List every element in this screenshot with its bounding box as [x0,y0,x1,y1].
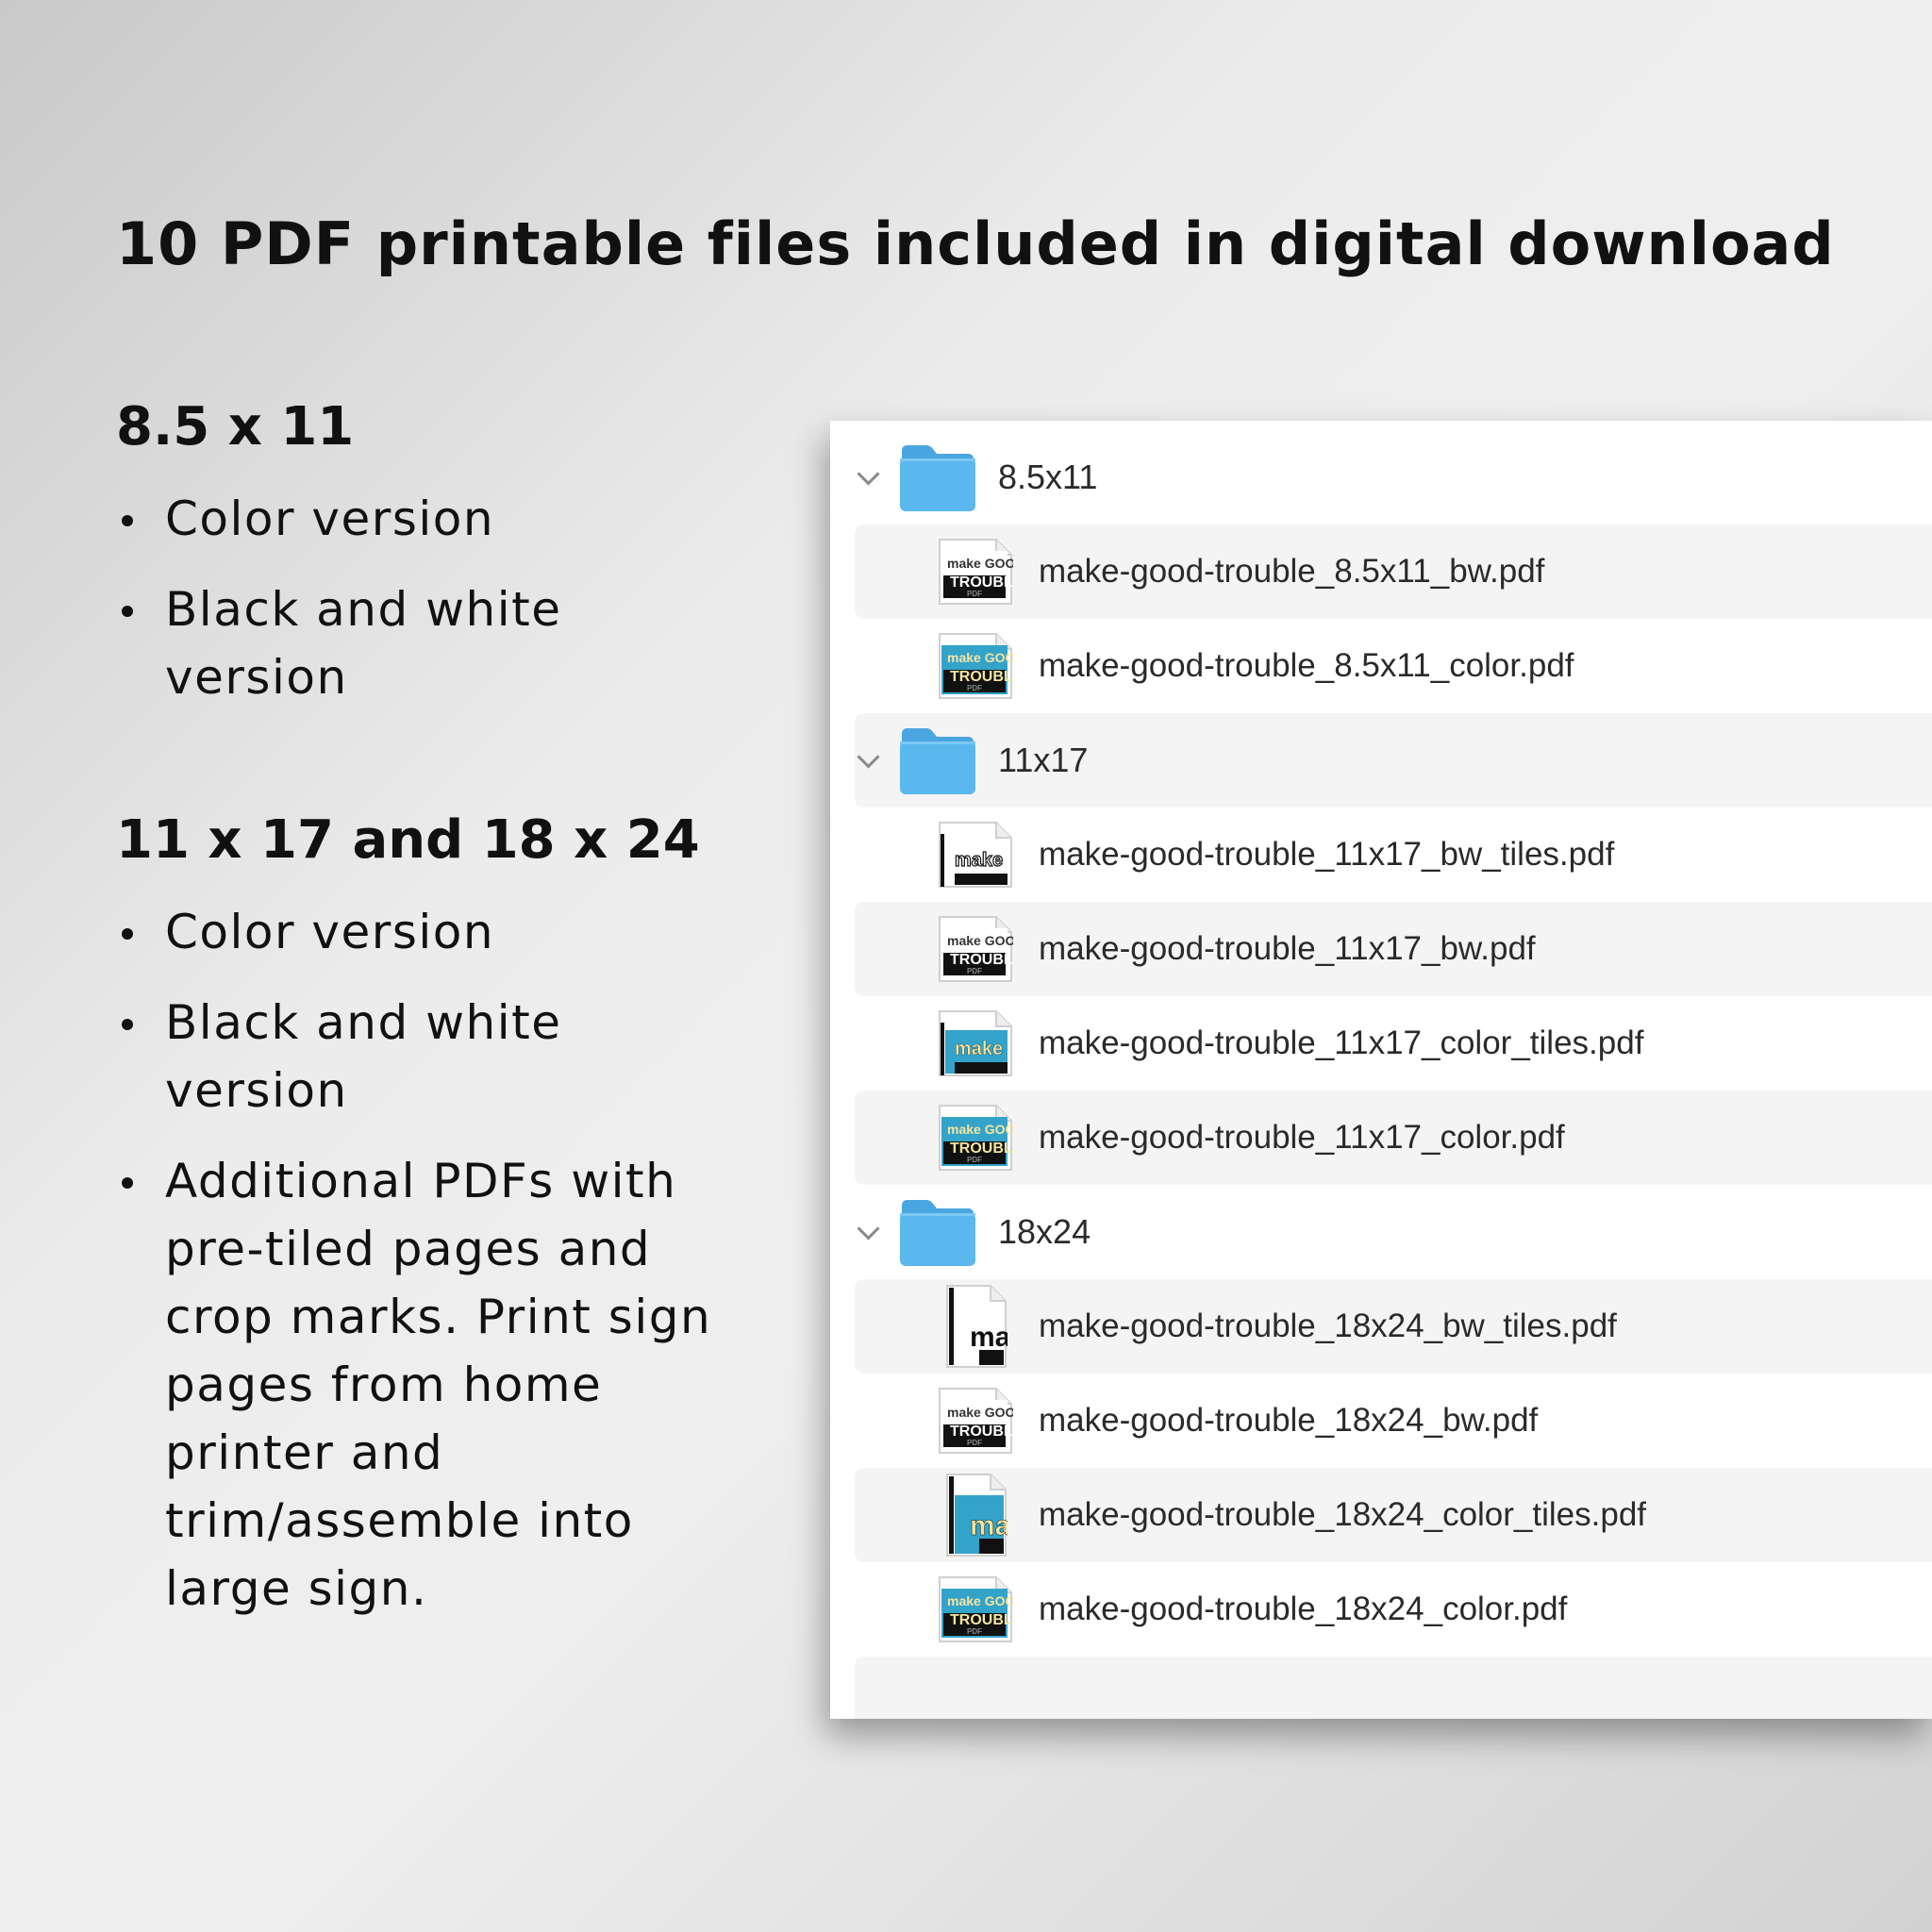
bullet-list-8-5x11: Color version Black and white version [116,485,644,734]
file-name: make-good-trouble_8.5x11_color.pdf [1039,647,1574,684]
file-name: make-good-trouble_18x24_bw.pdf [1039,1402,1539,1439]
pdf-file-icon: make GOOD TROUBLEPDF [936,632,1024,700]
svg-text:TROUBLE: TROUBLE [950,575,1013,591]
svg-text:TROUBLE: TROUBLE [950,952,1013,968]
svg-text:ma: ma [970,1510,1008,1541]
pdf-file-icon: make GOOD TROUBLEPDF [936,1387,1024,1455]
pdf-file-icon: ma [941,1473,1011,1557]
folder-row-8-5x11[interactable]: 8.5x11 [830,430,1932,525]
file-name: make-good-trouble_18x24_bw_tiles.pdf [1039,1307,1617,1344]
file-row[interactable]: make GOOD TROUBLEPDF make-good-trouble_8.5… [830,619,1932,713]
folder-name: 18x24 [998,1212,1091,1251]
pdf-file-icon: make GOOD TROUBLEPDF [936,538,1024,606]
file-row[interactable]: make GOOD TROUBLEPDF make-good-trouble_11x… [830,1091,1932,1185]
headline: 10 PDF printable files included in digit… [116,209,1835,278]
file-name: make-good-trouble_11x17_color_tiles.pdf [1039,1024,1644,1061]
chevron-down-icon[interactable] [857,1217,880,1241]
file-name: make-good-trouble_11x17_color.pdf [1039,1119,1565,1156]
svg-text:PDF: PDF [967,1156,982,1164]
file-name: make-good-trouble_8.5x11_bw.pdf [1039,553,1545,590]
svg-text:PDF: PDF [967,1627,982,1636]
file-name: make-good-trouble_18x24_color_tiles.pdf [1039,1496,1647,1533]
bullet-list-11x17-18x24: Color version Black and white version Ad… [116,898,776,1623]
svg-text:make: make [955,1039,1003,1059]
section-title-11x17-18x24: 11 x 17 and 18 x 24 [116,809,700,871]
pdf-file-icon: ma [941,1284,1011,1369]
pdf-file-icon: make [936,821,1013,889]
svg-text:TROUBLE: TROUBLE [950,1424,1013,1440]
file-name: make-good-trouble_11x17_bw_tiles.pdf [1039,836,1615,873]
folder-row-18x24[interactable]: 18x24 [830,1185,1932,1279]
folder-icon [898,441,977,513]
section-title-8-5x11: 8.5 x 11 [116,396,355,458]
file-name: make-good-trouble_18x24_color.pdf [1039,1591,1568,1627]
folder-icon [898,1196,977,1268]
folder-name: 11x17 [998,741,1089,779]
pdf-file-icon: make GOOD TROUBLEPDF [936,915,1024,983]
svg-text:make GOOD: make GOOD [947,1593,1013,1608]
svg-text:make: make [955,850,1003,871]
finder-list-view[interactable]: 8.5x11make GOODTROUBLEPDFmake-good-troub… [830,421,1932,1719]
svg-text:make GOOD: make GOOD [947,1405,1013,1420]
bullet-item: Black and white version [116,989,656,1124]
svg-text:PDF: PDF [967,590,982,598]
svg-text:make GOOD: make GOOD [947,933,1013,948]
file-name: make-good-trouble_11x17_bw.pdf [1039,930,1536,967]
svg-text:TROUBLE: TROUBLE [950,669,1013,685]
bullet-item: Color version [116,485,644,553]
bullet-item: Additional PDFs with pre-tiled pages and… [116,1147,769,1623]
svg-text:ma: ma [970,1322,1008,1353]
svg-text:PDF: PDF [967,1439,982,1447]
folder-name: 8.5x11 [998,458,1098,496]
svg-text:TROUBLE: TROUBLE [950,1141,1013,1157]
file-row[interactable]: make make-good-trouble_11x17_bw_tiles.pdf [830,808,1932,902]
chevron-down-icon[interactable] [857,745,880,769]
pdf-file-icon: make [936,1009,1013,1077]
bullet-item: Color version [116,898,656,966]
folder-row-11x17[interactable]: 11x17 [830,713,1932,808]
file-row[interactable]: make GOOD TROUBLEPDF make-good-trouble_8.5… [830,525,1932,619]
svg-text:make GOOD: make GOOD [947,556,1013,571]
chevron-down-icon[interactable] [857,462,880,486]
svg-text:make GOOD: make GOOD [947,650,1013,665]
pdf-file-icon: make GOOD TROUBLEPDF [936,1104,1024,1172]
svg-text:PDF: PDF [967,967,982,975]
file-row[interactable]: make GOOD TROUBLEPDF make-good-trouble_18x… [830,1374,1932,1468]
svg-text:make GOOD: make GOOD [947,1122,1013,1137]
folder-icon [898,724,977,796]
bullet-item: Black and white version [116,575,644,711]
file-row[interactable]: ma make-good-trouble_18x24_color_tiles.pd… [830,1468,1932,1562]
svg-text:PDF: PDF [967,684,982,692]
svg-text:TROUBLE: TROUBLE [950,1612,1013,1628]
file-row[interactable]: ma make-good-trouble_18x24_bw_tiles.pdf [830,1279,1932,1374]
file-row[interactable]: make GOOD TROUBLEPDF make-good-trouble_11x… [830,902,1932,996]
file-row[interactable]: make make-good-trouble_11x17_color_tiles.… [830,996,1932,1091]
empty-row [830,1657,1932,1719]
file-row[interactable]: make GOOD TROUBLEPDF make-good-trouble_18x… [830,1562,1932,1657]
pdf-file-icon: make GOOD TROUBLEPDF [936,1575,1024,1643]
